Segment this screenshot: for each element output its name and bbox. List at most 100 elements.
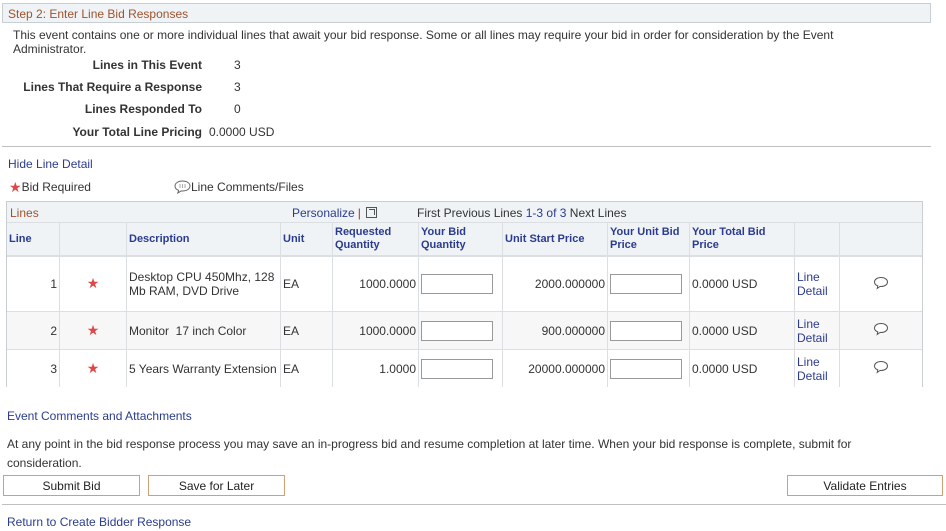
required-star-icon: ★ — [86, 275, 100, 291]
cell-total-bid-price: 0.0000 USD — [689, 256, 795, 312]
legend-bid-required: ★ Bid Required — [9, 180, 91, 194]
cell-required: ★ — [59, 311, 127, 350]
cell-unit: EA — [280, 256, 333, 312]
cell-requested-quantity: 1000.0000 — [332, 256, 419, 312]
summary-lines-require-response: Lines That Require a Response — [0, 80, 202, 94]
summary-label: Lines That Require a Response — [23, 80, 202, 94]
cell-line: 2 — [7, 311, 60, 350]
cell-detail: Line Detail — [794, 311, 840, 350]
cell-unit-start-price: 2000.000000 — [502, 256, 608, 312]
table-header-row: Line Description Unit Requested Quantity… — [7, 223, 922, 257]
summary-label: Your Total Line Pricing — [72, 125, 202, 139]
summary-value: 3 — [234, 80, 241, 94]
cell-unit-bid-price — [607, 256, 690, 312]
cell-unit: EA — [280, 311, 333, 350]
cell-detail: Line Detail — [794, 349, 840, 387]
bid-quantity-input[interactable] — [421, 274, 493, 294]
lines-grid: Lines Personalize | First Previous Lines … — [6, 201, 923, 387]
grid-navigation: First Previous Lines 1-3 of 3 Next Lines — [417, 206, 626, 220]
unit-bid-price-input[interactable] — [610, 274, 682, 294]
col-unit: Unit — [280, 223, 333, 257]
col-total-bid-price: Your Total Bid Price — [689, 223, 795, 257]
col-comments — [839, 223, 922, 257]
bid-quantity-input[interactable] — [421, 358, 493, 379]
summary-label: Lines Responded To — [84, 102, 202, 116]
summary-value: 0 — [234, 102, 241, 116]
cell-detail: Line Detail — [794, 256, 840, 312]
comment-icon[interactable] — [873, 360, 889, 374]
unit-bid-price-input[interactable] — [610, 320, 682, 341]
table-row: 3 ★ 5 Years Warranty Extension EA 1.0000… — [7, 349, 922, 387]
save-note-text: At any point in the bid response process… — [7, 437, 852, 470]
col-line: Line — [7, 223, 60, 257]
save-for-later-button[interactable]: Save for Later — [148, 475, 285, 496]
lines-table: Line Description Unit Requested Quantity… — [7, 223, 922, 387]
nav-previous: Previous Lines — [443, 206, 523, 220]
unit-bid-price-input[interactable] — [610, 358, 682, 379]
line-detail-link[interactable]: Line Detail — [797, 355, 828, 383]
cell-required: ★ — [59, 256, 127, 312]
line-detail-link[interactable]: Line Detail — [797, 270, 828, 298]
grid-personalize: Personalize | — [292, 206, 377, 220]
legend-label: Bid Required — [21, 180, 91, 194]
comment-icon[interactable] — [873, 322, 889, 336]
line-detail-link[interactable]: Line Detail — [797, 317, 828, 345]
table-row: 1 ★ Desktop CPU 450Mhz, 128 Mb RAM, DVD … — [7, 256, 922, 312]
divider — [2, 504, 946, 505]
divider — [2, 146, 931, 147]
cell-comments — [839, 311, 922, 350]
cell-description: 5 Years Warranty Extension — [126, 349, 281, 387]
cell-comments — [839, 256, 922, 312]
summary-total-line-pricing: Your Total Line Pricing — [0, 125, 202, 139]
required-star-icon: ★ — [86, 321, 100, 338]
summary-lines-in-event: Lines in This Event — [0, 58, 202, 72]
col-bid-quantity: Your Bid Quantity — [418, 223, 503, 257]
submit-bid-button[interactable]: Submit Bid — [3, 475, 140, 496]
required-star-icon: ★ — [86, 359, 100, 376]
col-description: Description — [126, 223, 281, 257]
cell-bid-quantity — [418, 349, 503, 387]
cell-comments — [839, 349, 922, 387]
cell-description: Monitor 17 inch Color — [126, 311, 281, 350]
summary-value: 3 — [234, 58, 241, 72]
grid-title: Lines — [10, 206, 39, 220]
cell-requested-quantity: 1.0000 — [332, 349, 419, 387]
cell-total-bid-price: 0.0000 USD — [689, 349, 795, 387]
cell-unit: EA — [280, 349, 333, 387]
col-required — [59, 223, 127, 257]
return-to-create-bidder-response-link[interactable]: Return to Create Bidder Response — [7, 515, 191, 529]
required-star-icon: ★ — [9, 179, 22, 195]
cell-unit-bid-price — [607, 311, 690, 350]
hide-line-detail-link[interactable]: Hide Line Detail — [8, 157, 93, 171]
bid-quantity-input[interactable] — [421, 320, 493, 341]
comment-bubble-icon — [174, 180, 191, 194]
cell-unit-bid-price — [607, 349, 690, 387]
comment-icon[interactable] — [873, 276, 889, 290]
col-unit-bid-price: Your Unit Bid Price — [607, 223, 690, 257]
legend-label: Line Comments/Files — [191, 180, 304, 194]
cell-unit-start-price: 900.000000 — [502, 311, 608, 350]
legend-line-comments: Line Comments/Files — [174, 180, 304, 194]
intro-text: This event contains one or more individu… — [13, 28, 834, 56]
summary-lines-responded: Lines Responded To — [0, 102, 202, 116]
grid-header-bar: Lines Personalize | First Previous Lines … — [7, 202, 922, 223]
summary-value: 0.0000 USD — [209, 125, 275, 139]
cell-requested-quantity: 1000.0000 — [332, 311, 419, 350]
step-title: Step 2: Enter Line Bid Responses — [8, 7, 189, 21]
event-comments-link[interactable]: Event Comments and Attachments — [7, 409, 192, 423]
cell-description: Desktop CPU 450Mhz, 128 Mb RAM, DVD Driv… — [126, 256, 281, 312]
nav-next: Next Lines — [569, 206, 627, 220]
col-detail — [794, 223, 840, 257]
cell-line: 3 — [7, 349, 60, 387]
validate-entries-button[interactable]: Validate Entries — [787, 475, 943, 496]
cell-total-bid-price: 0.0000 USD — [689, 311, 795, 350]
nav-range[interactable]: 1-3 of 3 — [526, 206, 567, 220]
cell-unit-start-price: 20000.000000 — [502, 349, 608, 387]
cell-bid-quantity — [418, 256, 503, 312]
summary-label: Lines in This Event — [92, 58, 202, 72]
new-window-icon[interactable] — [365, 207, 377, 218]
personalize-link[interactable]: Personalize — [292, 206, 355, 220]
nav-first: First — [417, 206, 441, 220]
cell-line: 1 — [7, 256, 60, 312]
step-header: Step 2: Enter Line Bid Responses — [2, 3, 931, 23]
